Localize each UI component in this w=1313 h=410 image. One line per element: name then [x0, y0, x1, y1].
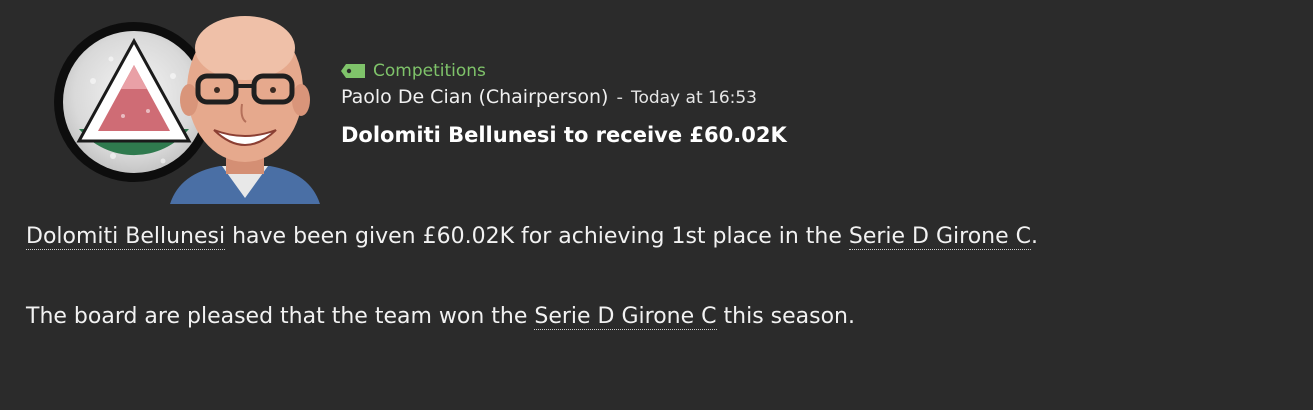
news-meta: Competitions Paolo De Cian (Chairperson)…	[341, 58, 1241, 150]
sender-line: Paolo De Cian (Chairperson) - Today at 1…	[341, 86, 1241, 116]
timestamp: Today at 16:53	[630, 88, 758, 108]
competition-link[interactable]: Serie D Girone C	[534, 304, 717, 330]
club-link[interactable]: Dolomiti Bellunesi	[26, 224, 226, 250]
news-body: Dolomiti Bellunesi have been given £60.0…	[26, 220, 1286, 334]
news-item-page: Competitions Paolo De Cian (Chairperson)…	[0, 0, 1313, 410]
category-row[interactable]: Competitions	[341, 58, 1241, 84]
paragraph-1-text-b: .	[1031, 224, 1039, 249]
paragraph-2-text-a: The board are pleased that the team won …	[26, 304, 535, 329]
paragraph-2-text-b: this season.	[716, 304, 855, 329]
body-paragraph-2: The board are pleased that the team won …	[26, 300, 1286, 334]
competition-link[interactable]: Serie D Girone C	[848, 224, 1032, 250]
tag-icon	[341, 64, 365, 78]
separator: -	[616, 87, 623, 108]
sender-name[interactable]: Paolo De Cian (Chairperson)	[341, 86, 608, 108]
chairperson-photo[interactable]	[160, 8, 330, 204]
news-header: Competitions Paolo De Cian (Chairperson)…	[0, 0, 1313, 204]
body-paragraph-1: Dolomiti Bellunesi have been given £60.0…	[26, 220, 1286, 254]
category-label[interactable]: Competitions	[373, 58, 486, 84]
paragraph-1-text-a: have been given £60.02K for achieving 1s…	[225, 224, 849, 249]
news-headline: Dolomiti Bellunesi to receive £60.02K	[341, 123, 787, 147]
